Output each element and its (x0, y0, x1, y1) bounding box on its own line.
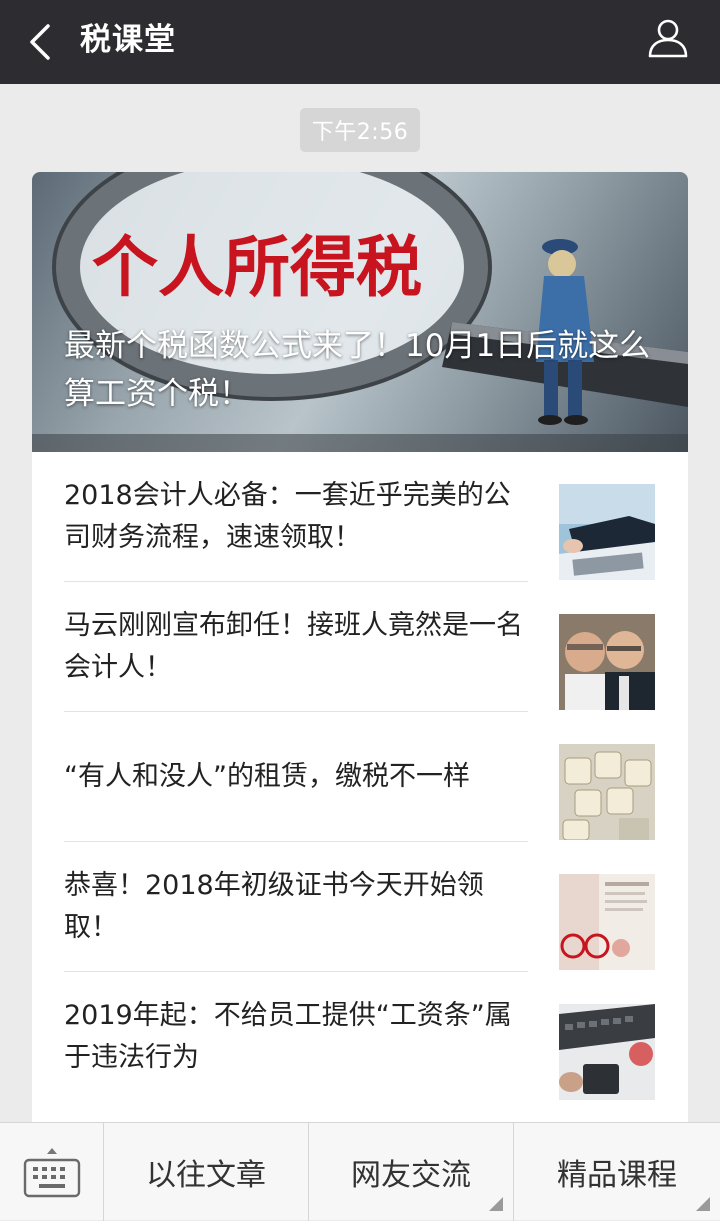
submenu-indicator-icon (489, 1197, 503, 1211)
cover-image-text: 个人所得税 (92, 229, 422, 306)
top-bar: 税课堂 (0, 0, 720, 84)
person-icon (648, 19, 688, 58)
article-item[interactable]: 恭喜！2018年初级证书今天开始领取！ (32, 842, 688, 972)
cover-title: 最新个税函数公式来了！10月1日后就这么算工资个税！ (64, 328, 651, 412)
keyboard-toggle-button[interactable] (0, 1123, 104, 1221)
message-timestamp: 下午2:56 (299, 108, 421, 152)
article-title: “有人和没人”的租赁，缴税不一样 (64, 761, 470, 792)
keyboard-icon (23, 1148, 80, 1198)
cover-article[interactable]: 个人所得税 最新个税函数公式来了！10月1日后就这么算工资个税！ (32, 172, 688, 452)
keyboard-calculator-image (559, 1004, 655, 1100)
menu-past-articles[interactable]: 以往文章 (104, 1123, 309, 1221)
article-thumbnail (559, 614, 655, 710)
article-item[interactable]: 2018会计人必备：一套近乎完美的公司财务流程，速速领取！ (32, 452, 688, 582)
message-timestamp-row: 下午2:56 (0, 108, 720, 152)
submenu-indicator-icon (696, 1197, 710, 1211)
article-item[interactable]: 2019年起：不给员工提供“工资条”属于违法行为 (32, 972, 688, 1102)
two-men-image (559, 614, 655, 710)
article-title: 马云刚刚宣布卸任！接班人竟然是一名会计人！ (64, 610, 523, 683)
article-thumbnail (559, 874, 655, 970)
laptop-hands-image (559, 484, 655, 580)
article-title: 2018会计人必备：一套近乎完美的公司财务流程，速速领取！ (64, 480, 511, 553)
tax-dice-image (559, 744, 655, 840)
menu-label: 以往文章 (146, 1158, 266, 1193)
menu-label: 网友交流 (351, 1158, 471, 1193)
article-item[interactable]: “有人和没人”的租赁，缴税不一样 (32, 712, 688, 842)
profile-button[interactable] (644, 14, 692, 62)
article-thumbnail (559, 744, 655, 840)
certificate-image (559, 874, 655, 970)
article-item[interactable]: 马云刚刚宣布卸任！接班人竟然是一名会计人！ (32, 582, 688, 712)
article-thumbnail (559, 1004, 655, 1100)
article-title: 2019年起：不给员工提供“工资条”属于违法行为 (64, 1000, 512, 1073)
page-title: 税课堂 (80, 22, 176, 58)
article-list: 2018会计人必备：一套近乎完美的公司财务流程，速速领取！ 马云刚刚宣布卸任！接… (32, 452, 688, 1102)
article-thumbnail (559, 484, 655, 580)
article-card: 个人所得税 最新个税函数公式来了！10月1日后就这么算工资个税！ 2018会计人… (32, 172, 688, 1132)
article-title: 恭喜！2018年初级证书今天开始领取！ (64, 870, 484, 943)
menu-label: 精品课程 (557, 1158, 677, 1193)
back-button[interactable] (18, 16, 62, 68)
menu-community[interactable]: 网友交流 (309, 1123, 514, 1221)
menu-courses[interactable]: 精品课程 (514, 1123, 720, 1221)
bottom-menu-bar: 以往文章 网友交流 精品课程 (0, 1122, 720, 1221)
chevron-left-icon (30, 24, 50, 60)
